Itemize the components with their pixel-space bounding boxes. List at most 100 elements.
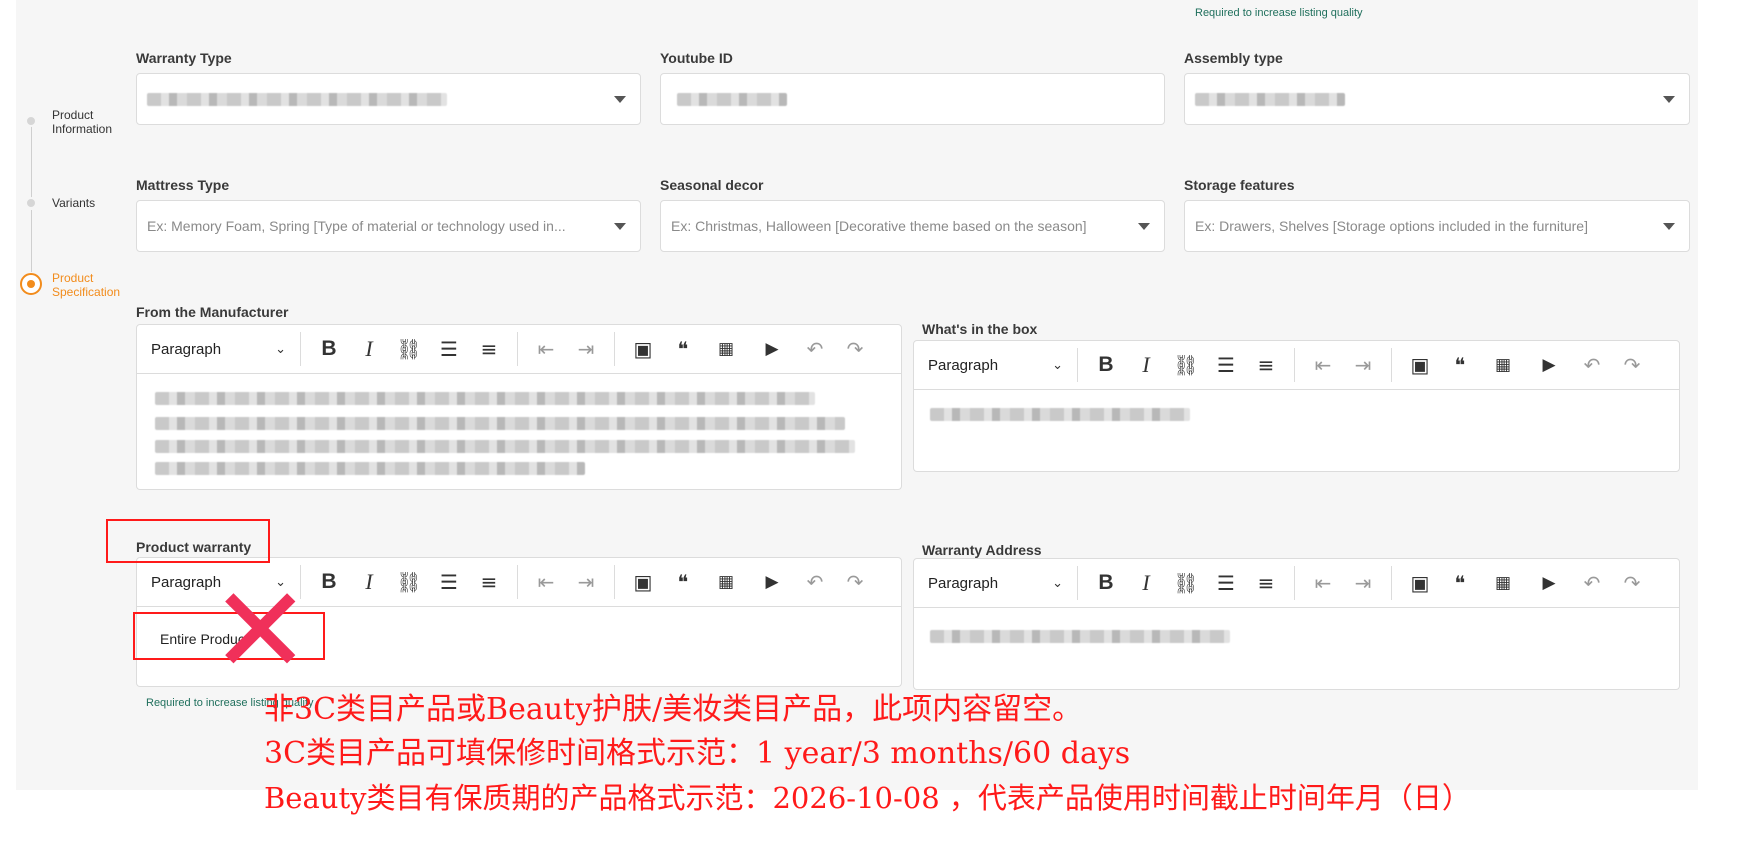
step-label-variants[interactable]: Variants (52, 196, 95, 210)
redo-icon[interactable]: ↷ (835, 337, 875, 361)
undo-icon[interactable]: ↶ (1572, 353, 1612, 377)
image-icon[interactable]: ▣ (1400, 353, 1440, 377)
italic-icon[interactable]: I (349, 336, 389, 362)
storage-features-select[interactable]: Ex: Drawers, Shelves [Storage options in… (1184, 200, 1690, 252)
editor-content[interactable] (136, 374, 902, 490)
image-icon[interactable]: ▣ (623, 337, 663, 361)
mattress-type-label: Mattress Type (136, 177, 230, 193)
bulleted-list-icon[interactable]: ☰ (1206, 571, 1246, 595)
paragraph-select[interactable]: Paragraph ⌄ (928, 566, 1078, 600)
bulleted-list-icon[interactable]: ☰ (429, 337, 469, 361)
step-dot-product-specification[interactable] (20, 273, 42, 295)
bold-icon[interactable]: B (1086, 353, 1126, 377)
indent-group: ⇤ ⇥ (518, 332, 615, 366)
chevron-down-icon: ⌄ (1052, 357, 1063, 372)
redo-icon[interactable]: ↷ (1612, 353, 1652, 377)
annotation-note-line-3: Beauty类目有保质期的产品格式示范：2026-10-08 ，代表产品使用时间… (264, 781, 1471, 815)
redacted-text (930, 630, 1230, 643)
format-group: B I ⛓ ☰ ≡ (1078, 348, 1295, 382)
indent-icon[interactable]: ⇥ (1343, 353, 1383, 377)
warranty-type-select[interactable] (136, 73, 641, 125)
table-icon[interactable]: ▦ (1480, 355, 1526, 375)
quote-icon[interactable]: ❝ (663, 570, 703, 594)
mattress-type-placeholder: Ex: Memory Foam, Spring [Type of materia… (147, 218, 566, 234)
numbered-list-icon[interactable]: ≡ (1246, 353, 1286, 377)
paragraph-select-label: Paragraph (151, 340, 222, 358)
indent-icon[interactable]: ⇥ (566, 570, 606, 594)
italic-icon[interactable]: I (349, 569, 389, 595)
outdent-icon[interactable]: ⇤ (1303, 353, 1343, 377)
image-icon[interactable]: ▣ (623, 570, 663, 594)
stepper-line (31, 210, 32, 272)
paragraph-select[interactable]: Paragraph ⌄ (928, 348, 1078, 382)
italic-icon[interactable]: I (1126, 570, 1166, 596)
warranty-address-label: Warranty Address (922, 542, 1042, 558)
redacted-value (1195, 92, 1345, 106)
redo-icon[interactable]: ↷ (1612, 571, 1652, 595)
step-label-product-specification[interactable]: Product Specification (52, 271, 120, 299)
quote-icon[interactable]: ❝ (1440, 571, 1480, 595)
numbered-list-icon[interactable]: ≡ (469, 337, 509, 361)
undo-icon[interactable]: ↶ (1572, 571, 1612, 595)
numbered-list-icon[interactable]: ≡ (469, 570, 509, 594)
step-label-product-information[interactable]: Product Information (52, 108, 112, 136)
storage-features-placeholder: Ex: Drawers, Shelves [Storage options in… (1195, 218, 1588, 234)
editor-content[interactable] (913, 608, 1680, 690)
redo-icon[interactable]: ↷ (835, 570, 875, 594)
editor-content[interactable] (913, 390, 1680, 472)
italic-icon[interactable]: I (1126, 352, 1166, 378)
editor-toolbar: Paragraph ⌄ B I ⛓ ☰ ≡ ⇤ ⇥ ▣ ❝ ▦ ▶ ↶ ↷ (136, 324, 902, 374)
youtube-id-input[interactable] (660, 73, 1165, 125)
numbered-list-icon[interactable]: ≡ (1246, 571, 1286, 595)
media-icon[interactable]: ▶ (749, 339, 795, 359)
assembly-type-label: Assembly type (1184, 50, 1283, 66)
paragraph-select[interactable]: Paragraph ⌄ (151, 332, 301, 366)
whats-in-box-editor[interactable]: Paragraph ⌄ B I ⛓ ☰ ≡ ⇤ ⇥ ▣ ❝ ▦ ▶ ↶ ↷ (913, 340, 1680, 472)
outdent-icon[interactable]: ⇤ (526, 570, 566, 594)
link-icon[interactable]: ⛓ (389, 570, 429, 594)
indent-group: ⇤ ⇥ (1295, 566, 1392, 600)
warranty-address-editor[interactable]: Paragraph ⌄ B I ⛓ ☰ ≡ ⇤ ⇥ ▣ ❝ ▦ ▶ ↶ ↷ (913, 558, 1680, 690)
link-icon[interactable]: ⛓ (389, 337, 429, 361)
from-manufacturer-editor[interactable]: Paragraph ⌄ B I ⛓ ☰ ≡ ⇤ ⇥ ▣ ❝ ▦ ▶ ↶ ↷ (136, 324, 902, 490)
mattress-type-select[interactable]: Ex: Memory Foam, Spring [Type of materia… (136, 200, 641, 252)
redacted-text (930, 408, 1190, 421)
outdent-icon[interactable]: ⇤ (1303, 571, 1343, 595)
youtube-id-label: Youtube ID (660, 50, 733, 66)
image-icon[interactable]: ▣ (1400, 571, 1440, 595)
paragraph-select-label: Paragraph (928, 356, 999, 374)
redacted-text (155, 392, 815, 405)
paragraph-select-label: Paragraph (928, 574, 999, 592)
redacted-text (155, 462, 585, 475)
bulleted-list-icon[interactable]: ☰ (1206, 353, 1246, 377)
quote-icon[interactable]: ❝ (1440, 353, 1480, 377)
step-dot-product-information[interactable] (25, 115, 37, 127)
redacted-value (677, 92, 787, 106)
link-icon[interactable]: ⛓ (1166, 353, 1206, 377)
media-icon[interactable]: ▶ (1526, 573, 1572, 593)
bold-icon[interactable]: B (1086, 571, 1126, 595)
table-icon[interactable]: ▦ (703, 572, 749, 592)
insert-group: ▣ ❝ ▦ ▶ ↶ ↷ (615, 565, 883, 599)
undo-icon[interactable]: ↶ (795, 570, 835, 594)
outdent-icon[interactable]: ⇤ (526, 337, 566, 361)
table-icon[interactable]: ▦ (703, 339, 749, 359)
indent-icon[interactable]: ⇥ (1343, 571, 1383, 595)
chevron-down-icon: ⌄ (275, 341, 286, 356)
quote-icon[interactable]: ❝ (663, 337, 703, 361)
warranty-type-label: Warranty Type (136, 50, 232, 66)
media-icon[interactable]: ▶ (1526, 355, 1572, 375)
step-dot-variants[interactable] (25, 197, 37, 209)
link-icon[interactable]: ⛓ (1166, 571, 1206, 595)
bold-icon[interactable]: B (309, 570, 349, 594)
caret-down-icon (1663, 96, 1675, 103)
indent-icon[interactable]: ⇥ (566, 337, 606, 361)
media-icon[interactable]: ▶ (749, 572, 795, 592)
undo-icon[interactable]: ↶ (795, 337, 835, 361)
bulleted-list-icon[interactable]: ☰ (429, 570, 469, 594)
table-icon[interactable]: ▦ (1480, 573, 1526, 593)
assembly-type-select[interactable] (1184, 73, 1690, 125)
indent-group: ⇤ ⇥ (1295, 348, 1392, 382)
seasonal-decor-select[interactable]: Ex: Christmas, Halloween [Decorative the… (660, 200, 1165, 252)
bold-icon[interactable]: B (309, 337, 349, 361)
